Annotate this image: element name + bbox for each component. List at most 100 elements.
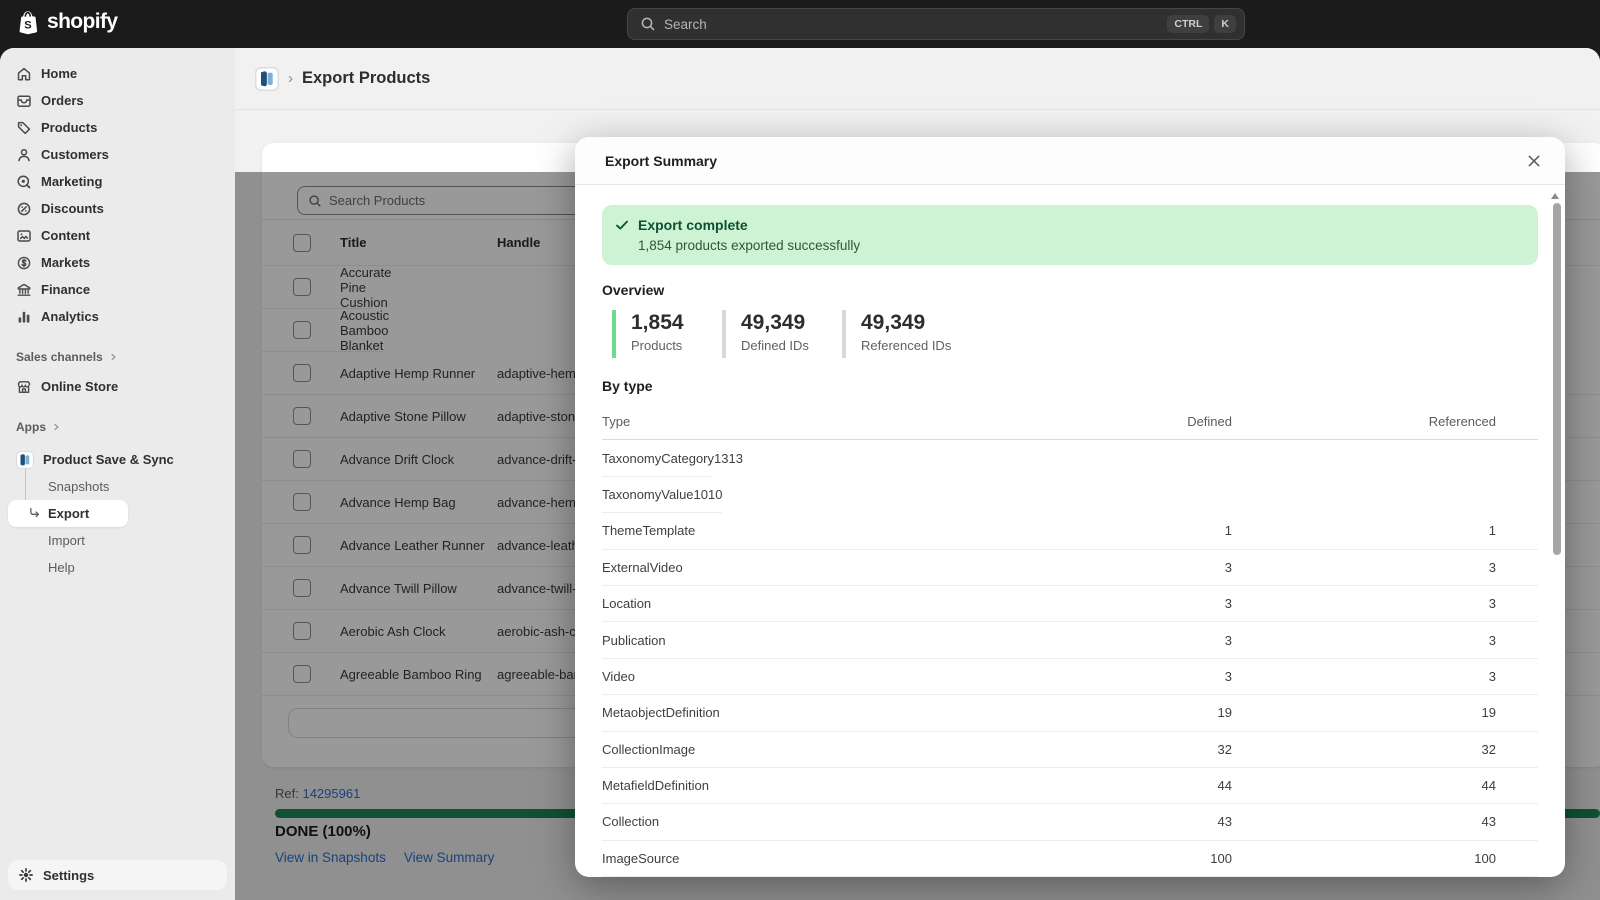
elbow-arrow-icon	[28, 507, 41, 520]
table-row: MetafieldDefinition 44 44	[602, 768, 1538, 804]
type-cell: TaxonomyCategory	[602, 451, 714, 466]
sidebar-item[interactable]: Finance	[8, 276, 227, 303]
modal-title: Export Summary	[605, 153, 1525, 169]
defined-cell: 32	[1102, 742, 1232, 757]
sidebar-item-label: Orders	[41, 93, 84, 108]
sidebar-item-label: Marketing	[41, 174, 102, 189]
table-row: ImageSource 100 100	[602, 841, 1538, 877]
table-row: MetaobjectDefinition 19 19	[602, 695, 1538, 731]
type-cell: Collection	[602, 814, 1102, 829]
type-cell: CollectionImage	[602, 742, 1102, 757]
type-cell: MetafieldDefinition	[602, 778, 1102, 793]
defined-cell: 3	[1102, 669, 1232, 684]
gear-icon	[18, 867, 34, 883]
sidebar-item[interactable]: Products	[8, 114, 227, 141]
sidebar-nav: Home Orders Products Customers Marketing…	[8, 60, 227, 330]
type-cell: TaxonomyValue	[602, 487, 694, 502]
sidebar-item-label: Customers	[41, 147, 109, 162]
app-subnav-item[interactable]: Import	[8, 527, 227, 554]
stat-label: Products	[631, 338, 722, 353]
sidebar-item-label: Home	[41, 66, 77, 81]
home-icon	[16, 66, 32, 82]
referenced-cell: 19	[1232, 705, 1538, 720]
type-cell: ImageSource	[602, 851, 1102, 866]
sidebar-item[interactable]: Home	[8, 60, 118, 87]
scrollbar-thumb[interactable]	[1553, 203, 1561, 555]
shopify-logo[interactable]: S shopify	[16, 9, 117, 35]
sidebar-item[interactable]: Analytics	[8, 303, 227, 330]
sidebar-item[interactable]: Discounts	[8, 195, 227, 222]
kbd-ctrl: CTRL	[1167, 15, 1209, 33]
page-title: Export Products	[302, 69, 430, 88]
sidebar-item-label: Discounts	[41, 201, 104, 216]
table-row: CollectionImage 32 32	[602, 732, 1538, 768]
sidebar-item-label: Product Save & Sync	[43, 452, 174, 467]
referenced-cell: 3	[1232, 596, 1538, 611]
sidebar-item-settings[interactable]: Settings	[8, 860, 227, 890]
products-icon	[16, 120, 32, 136]
shopify-bag-icon: S	[16, 9, 40, 35]
chevron-right-icon	[108, 352, 118, 362]
analytics-icon	[16, 309, 32, 325]
type-cell: Location	[602, 596, 1102, 611]
defined-cell: 3	[1102, 560, 1232, 575]
sidebar-item[interactable]: Content	[8, 222, 227, 249]
sidebar-item[interactable]: Orders	[8, 87, 128, 114]
table-row: Publication 3 3	[602, 622, 1538, 658]
sidebar-item-label: Markets	[41, 255, 90, 270]
sidebar-item-product-save-sync[interactable]: Product Save & Sync	[8, 446, 227, 473]
table-row: TaxonomyValue 10 10	[602, 477, 722, 513]
stat-value: 49,349	[861, 310, 951, 336]
table-row: Collection 43 43	[602, 804, 1538, 840]
search-icon	[640, 16, 656, 32]
app-subnav-label: Export	[48, 506, 89, 521]
success-banner: Export complete 1,854 products exported …	[602, 205, 1538, 265]
app-subnav-label: Help	[48, 560, 75, 575]
apps-header[interactable]: Apps	[16, 420, 61, 434]
app-subnav-item[interactable]: Export	[8, 500, 128, 527]
defined-cell: 10	[694, 487, 708, 502]
referenced-cell: 13	[728, 451, 784, 466]
sidebar-item-label: Products	[41, 120, 97, 135]
shopify-admin: S shopify Search CTRL K Home	[0, 0, 1600, 900]
overview-stats: 1,854 Products 49,349 Defined IDs 49,349…	[612, 310, 1538, 358]
defined-cell: 13	[714, 451, 728, 466]
chevron-right-icon	[51, 422, 61, 432]
customers-icon	[16, 147, 32, 163]
sidebar-item-online-store[interactable]: Online Store	[8, 373, 227, 400]
stat-value: 1,854	[631, 310, 722, 336]
table-row: Location 3 3	[602, 586, 1538, 622]
overview-heading: Overview	[602, 282, 1538, 298]
app-subnav-item[interactable]: Snapshots	[8, 473, 118, 500]
stat-block: 49,349 Referenced IDs	[842, 310, 951, 358]
sidebar-item[interactable]: Markets	[8, 249, 227, 276]
column-header-type: Type	[602, 414, 1102, 429]
sidebar-item[interactable]: Marketing	[8, 168, 227, 195]
app-subnav-item[interactable]: Help	[8, 554, 227, 581]
scrollbar-up-arrow[interactable]	[1551, 193, 1559, 199]
page-header: › Export Products	[235, 48, 1600, 110]
app-breadcrumb-icon[interactable]	[255, 67, 279, 91]
table-row: TaxonomyCategory 13 13	[602, 440, 712, 476]
global-search-input[interactable]: Search CTRL K	[627, 8, 1245, 40]
table-row: ThemeTemplate 1 1	[602, 513, 1538, 549]
sales-channels-header[interactable]: Sales channels	[16, 350, 118, 364]
finance-icon	[16, 282, 32, 298]
referenced-cell: 3	[1232, 633, 1538, 648]
sidebar-item-label: Online Store	[41, 379, 118, 394]
global-search-placeholder: Search	[664, 17, 1162, 32]
banner-title: Export complete	[638, 215, 860, 235]
defined-cell: 100	[1102, 851, 1232, 866]
content-icon	[16, 228, 32, 244]
referenced-cell: 3	[1232, 669, 1538, 684]
storefront-icon	[16, 379, 32, 395]
modal-body: Export complete 1,854 products exported …	[575, 185, 1565, 877]
discounts-icon	[16, 201, 32, 217]
type-cell: MetaobjectDefinition	[602, 705, 1102, 720]
sidebar-item-label: Analytics	[41, 309, 99, 324]
referenced-cell: 100	[1232, 851, 1538, 866]
check-icon	[614, 217, 630, 233]
close-icon[interactable]	[1525, 152, 1543, 170]
sidebar-item[interactable]: Customers	[8, 141, 227, 168]
product-save-sync-app-icon	[16, 451, 34, 469]
